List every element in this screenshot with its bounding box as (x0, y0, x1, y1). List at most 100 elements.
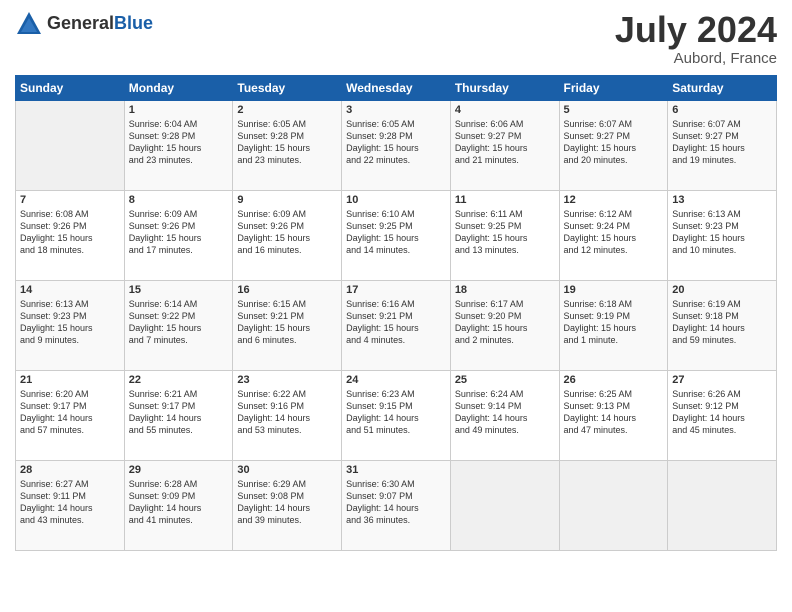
day-number: 21 (20, 374, 120, 386)
calendar-cell: 1 Sunrise: 6:04 AM Sunset: 9:28 PM Daylig… (124, 100, 233, 190)
logo-blue: Blue (114, 14, 153, 34)
cell-info: Sunrise: 6:28 AM Sunset: 9:09 PM Dayligh… (129, 478, 229, 527)
cell-info: Sunrise: 6:10 AM Sunset: 9:25 PM Dayligh… (346, 208, 446, 257)
day-number: 3 (346, 104, 446, 116)
day-number: 2 (237, 104, 337, 116)
calendar-cell: 18 Sunrise: 6:17 AM Sunset: 9:20 PM Dayli… (450, 280, 559, 370)
calendar-cell: 19Sunrise: 6:18 AM Sunset: 9:19 PM Dayli… (559, 280, 668, 370)
cell-info: Sunrise: 6:24 AM Sunset: 9:14 PM Dayligh… (455, 388, 555, 437)
calendar-cell: 15 Sunrise: 6:14 AM Sunset: 9:22 PM Dayli… (124, 280, 233, 370)
calendar-cell: 24 Sunrise: 6:23 AM Sunset: 9:15 PM Dayli… (342, 370, 451, 460)
calendar-cell: 14 Sunrise: 6:13 AM Sunset: 9:23 PM Dayli… (16, 280, 125, 370)
calendar-cell: 8 Sunrise: 6:09 AM Sunset: 9:26 PM Daylig… (124, 190, 233, 280)
cell-info: Sunrise: 6:11 AM Sunset: 9:25 PM Dayligh… (455, 208, 555, 257)
weekday-header-row: SundayMondayTuesdayWednesdayThursdayFrid… (16, 75, 777, 100)
day-number: 19 (564, 284, 664, 296)
calendar-cell (668, 460, 777, 550)
calendar-cell (450, 460, 559, 550)
cell-info: Sunrise: 6:07 AM Sunset: 9:27 PM Dayligh… (564, 118, 664, 167)
cell-info: Sunrise: 6:07 AM Sunset: 9:27 PM Dayligh… (672, 118, 772, 167)
day-number: 6 (672, 104, 772, 116)
calendar-cell: 31 Sunrise: 6:30 AM Sunset: 9:07 PM Dayli… (342, 460, 451, 550)
title-block: July 2024 Aubord, France (615, 10, 777, 67)
day-number: 18 (455, 284, 555, 296)
calendar-cell: 11 Sunrise: 6:11 AM Sunset: 9:25 PM Dayli… (450, 190, 559, 280)
cell-info: Sunrise: 6:04 AM Sunset: 9:28 PM Dayligh… (129, 118, 229, 167)
calendar-cell: 12 Sunrise: 6:12 AM Sunset: 9:24 PM Dayli… (559, 190, 668, 280)
calendar-cell: 13 Sunrise: 6:13 AM Sunset: 9:23 PM Dayli… (668, 190, 777, 280)
day-number: 9 (237, 194, 337, 206)
cell-info: Sunrise: 6:06 AM Sunset: 9:27 PM Dayligh… (455, 118, 555, 167)
calendar-cell: 26 Sunrise: 6:25 AM Sunset: 9:13 PM Dayli… (559, 370, 668, 460)
logo: General Blue (15, 10, 153, 38)
cell-info: Sunrise: 6:15 AM Sunset: 9:21 PM Dayligh… (237, 298, 337, 347)
cell-info: Sunrise: 6:21 AM Sunset: 9:17 PM Dayligh… (129, 388, 229, 437)
location: Aubord, France (615, 50, 777, 67)
cell-info: Sunrise: 6:05 AM Sunset: 9:28 PM Dayligh… (237, 118, 337, 167)
calendar-cell: 22 Sunrise: 6:21 AM Sunset: 9:17 PM Dayli… (124, 370, 233, 460)
cell-info: Sunrise: 6:17 AM Sunset: 9:20 PM Dayligh… (455, 298, 555, 347)
day-number: 17 (346, 284, 446, 296)
day-number: 11 (455, 194, 555, 206)
day-number: 14 (20, 284, 120, 296)
cell-info: Sunrise: 6:12 AM Sunset: 9:24 PM Dayligh… (564, 208, 664, 257)
calendar-week-row: 1 Sunrise: 6:04 AM Sunset: 9:28 PM Daylig… (16, 100, 777, 190)
day-number: 20 (672, 284, 772, 296)
weekday-header: Sunday (16, 75, 125, 100)
calendar-cell: 20 Sunrise: 6:19 AM Sunset: 9:18 PM Dayli… (668, 280, 777, 370)
calendar-week-row: 28 Sunrise: 6:27 AM Sunset: 9:11 PM Dayli… (16, 460, 777, 550)
cell-info: Sunrise: 6:14 AM Sunset: 9:22 PM Dayligh… (129, 298, 229, 347)
cell-info: Sunrise: 6:05 AM Sunset: 9:28 PM Dayligh… (346, 118, 446, 167)
cell-info: Sunrise: 6:27 AM Sunset: 9:11 PM Dayligh… (20, 478, 120, 527)
day-number: 7 (20, 194, 120, 206)
day-number: 27 (672, 374, 772, 386)
day-number: 4 (455, 104, 555, 116)
calendar-cell (559, 460, 668, 550)
cell-info: Sunrise: 6:13 AM Sunset: 9:23 PM Dayligh… (672, 208, 772, 257)
calendar-week-row: 14 Sunrise: 6:13 AM Sunset: 9:23 PM Dayli… (16, 280, 777, 370)
weekday-header: Saturday (668, 75, 777, 100)
day-number: 1 (129, 104, 229, 116)
cell-info: Sunrise: 6:09 AM Sunset: 9:26 PM Dayligh… (237, 208, 337, 257)
day-number: 22 (129, 374, 229, 386)
cell-info: Sunrise: 6:25 AM Sunset: 9:13 PM Dayligh… (564, 388, 664, 437)
calendar-table: SundayMondayTuesdayWednesdayThursdayFrid… (15, 75, 777, 551)
calendar-cell (16, 100, 125, 190)
cell-info: Sunrise: 6:29 AM Sunset: 9:08 PM Dayligh… (237, 478, 337, 527)
day-number: 29 (129, 464, 229, 476)
cell-info: Sunrise: 6:30 AM Sunset: 9:07 PM Dayligh… (346, 478, 446, 527)
calendar-cell: 29 Sunrise: 6:28 AM Sunset: 9:09 PM Dayli… (124, 460, 233, 550)
calendar-cell: 10Sunrise: 6:10 AM Sunset: 9:25 PM Dayli… (342, 190, 451, 280)
weekday-header: Thursday (450, 75, 559, 100)
day-number: 8 (129, 194, 229, 206)
day-number: 13 (672, 194, 772, 206)
calendar-cell: 17Sunrise: 6:16 AM Sunset: 9:21 PM Dayli… (342, 280, 451, 370)
calendar-cell: 16 Sunrise: 6:15 AM Sunset: 9:21 PM Dayli… (233, 280, 342, 370)
cell-info: Sunrise: 6:09 AM Sunset: 9:26 PM Dayligh… (129, 208, 229, 257)
day-number: 31 (346, 464, 446, 476)
calendar-cell: 4 Sunrise: 6:06 AM Sunset: 9:27 PM Daylig… (450, 100, 559, 190)
cell-info: Sunrise: 6:13 AM Sunset: 9:23 PM Dayligh… (20, 298, 120, 347)
day-number: 12 (564, 194, 664, 206)
calendar-cell: 23Sunrise: 6:22 AM Sunset: 9:16 PM Dayli… (233, 370, 342, 460)
day-number: 15 (129, 284, 229, 296)
day-number: 24 (346, 374, 446, 386)
calendar-cell: 27 Sunrise: 6:26 AM Sunset: 9:12 PM Dayli… (668, 370, 777, 460)
cell-info: Sunrise: 6:22 AM Sunset: 9:16 PM Dayligh… (237, 388, 337, 437)
cell-info: Sunrise: 6:19 AM Sunset: 9:18 PM Dayligh… (672, 298, 772, 347)
logo-icon (15, 10, 43, 38)
logo-general: General (47, 14, 114, 34)
weekday-header: Tuesday (233, 75, 342, 100)
day-number: 5 (564, 104, 664, 116)
cell-info: Sunrise: 6:26 AM Sunset: 9:12 PM Dayligh… (672, 388, 772, 437)
day-number: 26 (564, 374, 664, 386)
weekday-header: Monday (124, 75, 233, 100)
calendar-cell: 7Sunrise: 6:08 AM Sunset: 9:26 PM Daylig… (16, 190, 125, 280)
calendar-week-row: 21 Sunrise: 6:20 AM Sunset: 9:17 PM Dayli… (16, 370, 777, 460)
cell-info: Sunrise: 6:23 AM Sunset: 9:15 PM Dayligh… (346, 388, 446, 437)
day-number: 16 (237, 284, 337, 296)
day-number: 25 (455, 374, 555, 386)
month-year: July 2024 (615, 10, 777, 50)
cell-info: Sunrise: 6:20 AM Sunset: 9:17 PM Dayligh… (20, 388, 120, 437)
day-number: 28 (20, 464, 120, 476)
